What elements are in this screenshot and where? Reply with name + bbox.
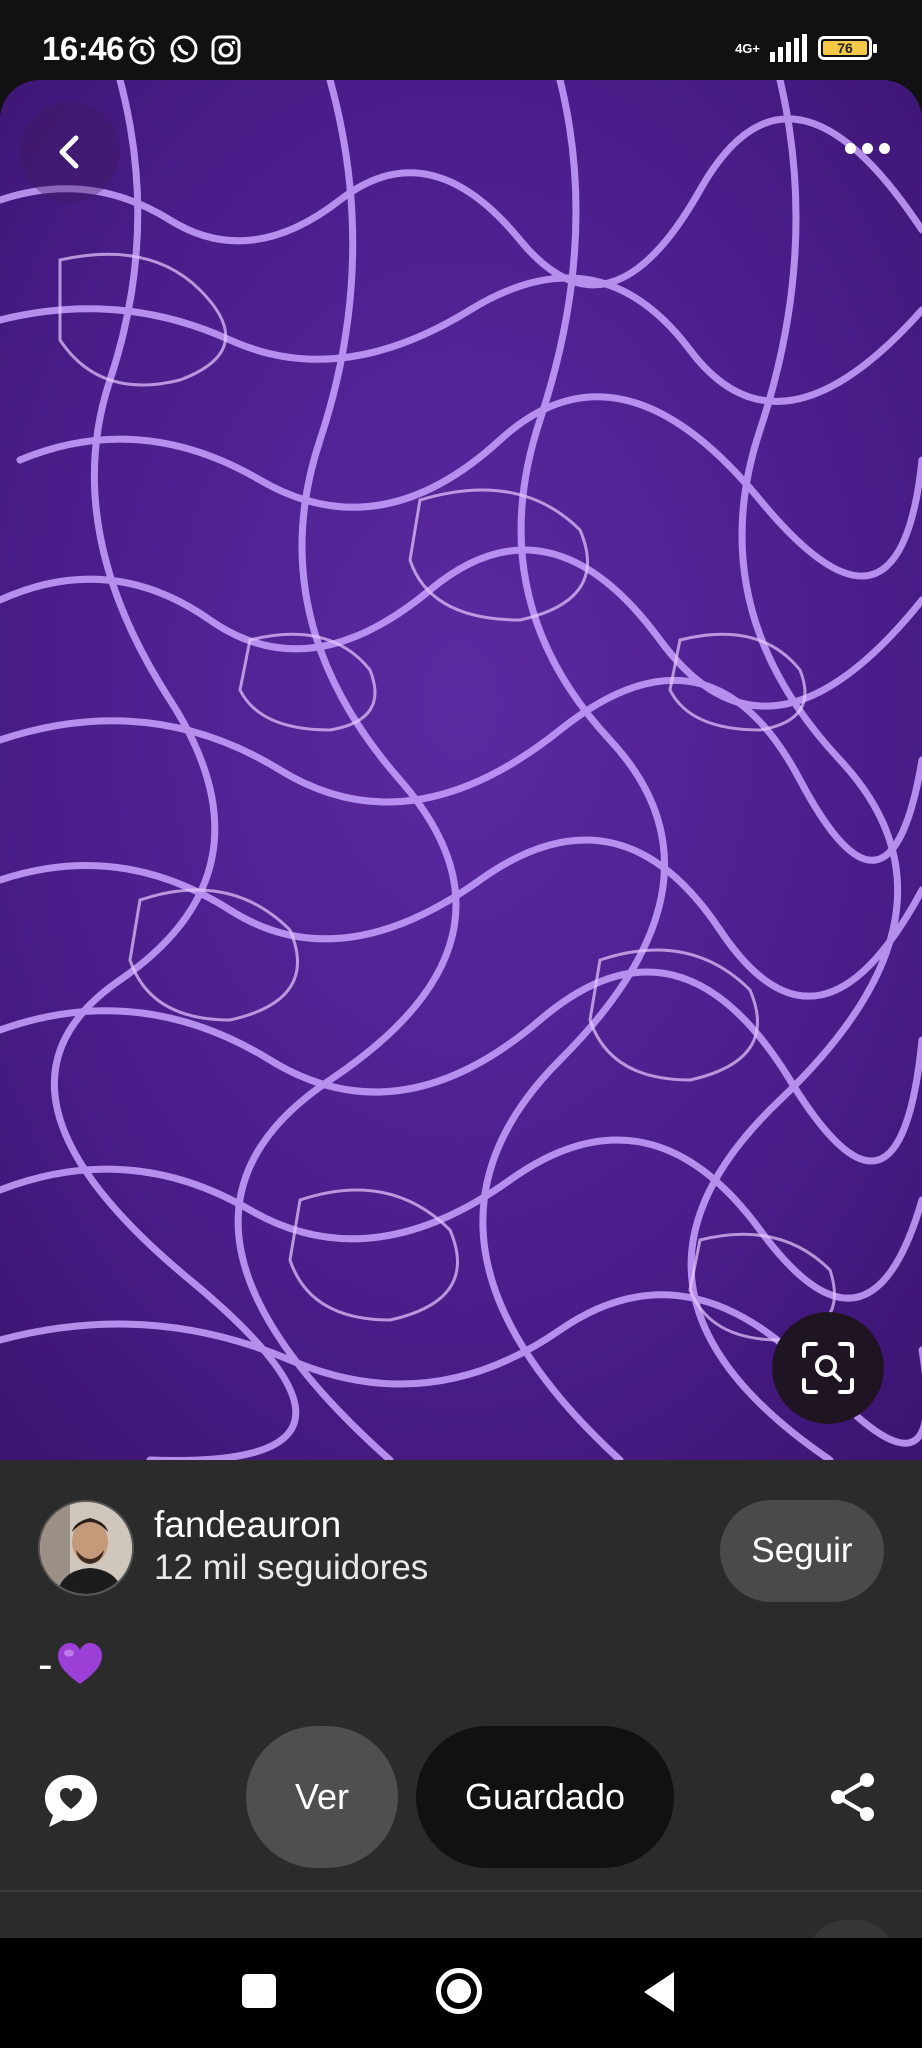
share-button[interactable] — [822, 1766, 884, 1828]
avatar[interactable] — [38, 1500, 134, 1596]
chevron-left-icon — [59, 135, 79, 169]
pin-description: - — [38, 1640, 105, 1690]
alarm-icon — [128, 35, 156, 65]
visual-search-icon — [802, 1342, 854, 1394]
more-options-button[interactable] — [832, 118, 902, 178]
recents-button[interactable] — [242, 1974, 276, 2008]
more-dots-icon — [878, 142, 890, 154]
home-icon — [447, 1979, 471, 2003]
battery-icon: 76 — [818, 36, 877, 60]
user-avatar-image — [40, 1502, 132, 1594]
pin-image[interactable] — [0, 80, 922, 1460]
status-time: 16:46 — [42, 30, 124, 67]
back-button[interactable] — [20, 102, 120, 202]
instagram-icon — [211, 35, 241, 65]
purple-heart-icon — [57, 1643, 102, 1684]
comment-heart-icon — [45, 1775, 97, 1827]
divider — [0, 1890, 922, 1892]
follow-button[interactable]: Seguir — [720, 1500, 884, 1602]
purple-water-image — [0, 80, 922, 1460]
author-name[interactable]: fandeauron — [154, 1504, 341, 1546]
more-dots-icon — [861, 142, 873, 154]
home-button[interactable] — [436, 1968, 482, 2014]
signal-icon — [770, 34, 807, 62]
comment-button[interactable] — [36, 1766, 106, 1836]
visual-search-button[interactable] — [772, 1312, 884, 1424]
author-followers: 12 mil seguidores — [154, 1548, 429, 1587]
view-button[interactable]: Ver — [246, 1726, 398, 1868]
saved-button[interactable]: Guardado — [416, 1726, 674, 1868]
more-dots-icon — [844, 142, 856, 154]
network-indicator: 4G+ — [735, 40, 760, 56]
status-right: 4G+ 76 — [735, 34, 877, 62]
share-icon — [831, 1773, 874, 1821]
description-text: - — [38, 1640, 53, 1689]
system-back-button[interactable] — [644, 1972, 674, 2012]
battery-level: 76 — [823, 41, 867, 55]
whatsapp-icon — [170, 35, 198, 63]
